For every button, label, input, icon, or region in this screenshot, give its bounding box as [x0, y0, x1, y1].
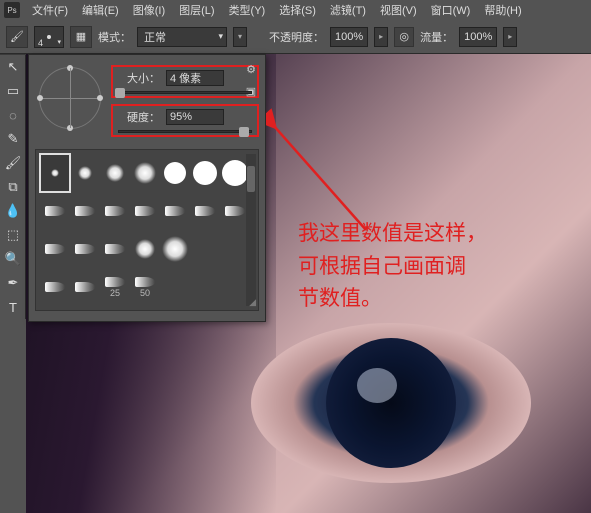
- annotation-text: 我这里数值是这样， 可根据自己画面调 节数值。: [298, 218, 528, 316]
- brush-preset-cell[interactable]: [160, 230, 190, 268]
- brush-preset-cell[interactable]: [130, 230, 160, 268]
- toolbox: ↖ ▭ ◌ ✎ 🖌 ⧉ 💧 ⬚ 🔍 ✒ T: [0, 54, 26, 319]
- hardness-slider[interactable]: [118, 130, 252, 133]
- brush-preset-cell[interactable]: 25: [100, 268, 130, 306]
- menu-file[interactable]: 文件(F): [26, 0, 74, 20]
- brush-preset-cell[interactable]: [190, 268, 220, 306]
- tool-zoom[interactable]: 🔍: [0, 247, 26, 271]
- annotation-line1: 我这里数值是这样，: [298, 218, 528, 251]
- tool-eraser[interactable]: ⧉: [0, 175, 26, 199]
- menu-window[interactable]: 窗口(W): [425, 0, 477, 20]
- flow-dropdown-arrow[interactable]: ▸: [503, 27, 517, 47]
- hardness-highlight-box: 硬度：: [111, 104, 259, 137]
- menu-image[interactable]: 图像(I): [127, 0, 171, 20]
- size-input[interactable]: [166, 70, 224, 86]
- brush-size-num: 4: [38, 38, 43, 48]
- brush-preset-grid: 2550 ◢: [35, 149, 259, 311]
- mode-dropdown-arrow[interactable]: ▾: [233, 27, 247, 47]
- brush-preset-cell[interactable]: [130, 192, 160, 230]
- brush-preset-cell[interactable]: [40, 192, 70, 230]
- brush-preset-cell[interactable]: [70, 230, 100, 268]
- brush-preset-cell[interactable]: [190, 192, 220, 230]
- brush-preset-cell[interactable]: [160, 192, 190, 230]
- brush-preset-panel: ⚙ ▣ 大小： 硬度：: [28, 54, 266, 322]
- brush-panel-toggle-icon[interactable]: ▦: [70, 26, 92, 48]
- tool-marquee[interactable]: ▭: [0, 79, 26, 103]
- tablet-opacity-icon[interactable]: ◎: [394, 27, 414, 47]
- brush-preset-cell[interactable]: [190, 154, 220, 192]
- tool-brush[interactable]: 🖌: [0, 151, 26, 175]
- size-label: 大小：: [118, 70, 160, 86]
- mode-label: 模式：: [98, 29, 131, 45]
- blend-mode-dropdown[interactable]: 正常: [137, 27, 227, 47]
- menu-help[interactable]: 帮助(H): [478, 0, 527, 20]
- hardness-input[interactable]: [166, 109, 224, 125]
- menu-edit[interactable]: 编辑(E): [76, 0, 125, 20]
- tool-move[interactable]: ↖: [0, 55, 26, 79]
- tool-lasso[interactable]: ◌: [0, 103, 26, 127]
- annotation-line2: 可根据自己画面调: [298, 251, 528, 284]
- flow-label: 流量：: [420, 29, 453, 45]
- tool-bucket[interactable]: ⬚: [0, 223, 26, 247]
- preset-scrollbar[interactable]: [246, 154, 256, 306]
- tool-pencil[interactable]: ✎: [0, 127, 26, 151]
- size-slider[interactable]: [118, 91, 252, 94]
- brush-preset-cell[interactable]: [160, 154, 190, 192]
- brush-preset-cell[interactable]: [160, 268, 190, 306]
- brush-preset-cell[interactable]: [40, 230, 70, 268]
- brush-preset-cell[interactable]: [190, 230, 220, 268]
- brush-preset-cell[interactable]: 50: [130, 268, 160, 306]
- brush-preset-cell[interactable]: [70, 192, 100, 230]
- brush-preset-cell[interactable]: [130, 154, 160, 192]
- brush-tool-icon[interactable]: 🖌: [6, 26, 28, 48]
- resize-handle-icon[interactable]: ◢: [249, 297, 256, 308]
- brush-preset-cell[interactable]: [40, 268, 70, 306]
- panel-flyout-icon[interactable]: ⚙: [243, 61, 259, 77]
- options-bar: 🖌 4 ▾ ▦ 模式： 正常 ▾ 不透明度： 100% ▸ ◎ 流量： 100%…: [0, 20, 591, 54]
- flow-field[interactable]: 100%: [459, 27, 497, 47]
- brush-preset-cell[interactable]: [70, 268, 100, 306]
- brush-preset-cell[interactable]: [70, 154, 100, 192]
- brush-preset-picker[interactable]: 4 ▾: [34, 26, 64, 48]
- tool-pen[interactable]: ✒: [0, 271, 26, 295]
- tool-text[interactable]: T: [0, 295, 26, 319]
- brush-preset-cell[interactable]: [100, 154, 130, 192]
- app-logo: Ps: [4, 2, 20, 18]
- annotation-line3: 节数值。: [298, 283, 528, 316]
- hardness-label: 硬度：: [118, 109, 160, 125]
- brush-preset-cell[interactable]: [40, 154, 70, 192]
- menu-layer[interactable]: 图层(L): [173, 0, 220, 20]
- tool-blur[interactable]: 💧: [0, 199, 26, 223]
- menu-type[interactable]: 类型(Y): [223, 0, 272, 20]
- menubar: Ps 文件(F) 编辑(E) 图像(I) 图层(L) 类型(Y) 选择(S) 滤…: [0, 0, 591, 20]
- opacity-label: 不透明度：: [269, 29, 324, 45]
- menu-select[interactable]: 选择(S): [273, 0, 322, 20]
- menu-view[interactable]: 视图(V): [374, 0, 423, 20]
- menu-filter[interactable]: 滤镜(T): [324, 0, 372, 20]
- opacity-field[interactable]: 100%: [330, 27, 368, 47]
- opacity-dropdown-arrow[interactable]: ▸: [374, 27, 388, 47]
- image-eye: [251, 323, 531, 483]
- brush-preset-cell[interactable]: [100, 230, 130, 268]
- brush-preset-cell[interactable]: [100, 192, 130, 230]
- size-highlight-box: 大小：: [111, 65, 259, 98]
- brush-angle-widget[interactable]: [39, 67, 101, 129]
